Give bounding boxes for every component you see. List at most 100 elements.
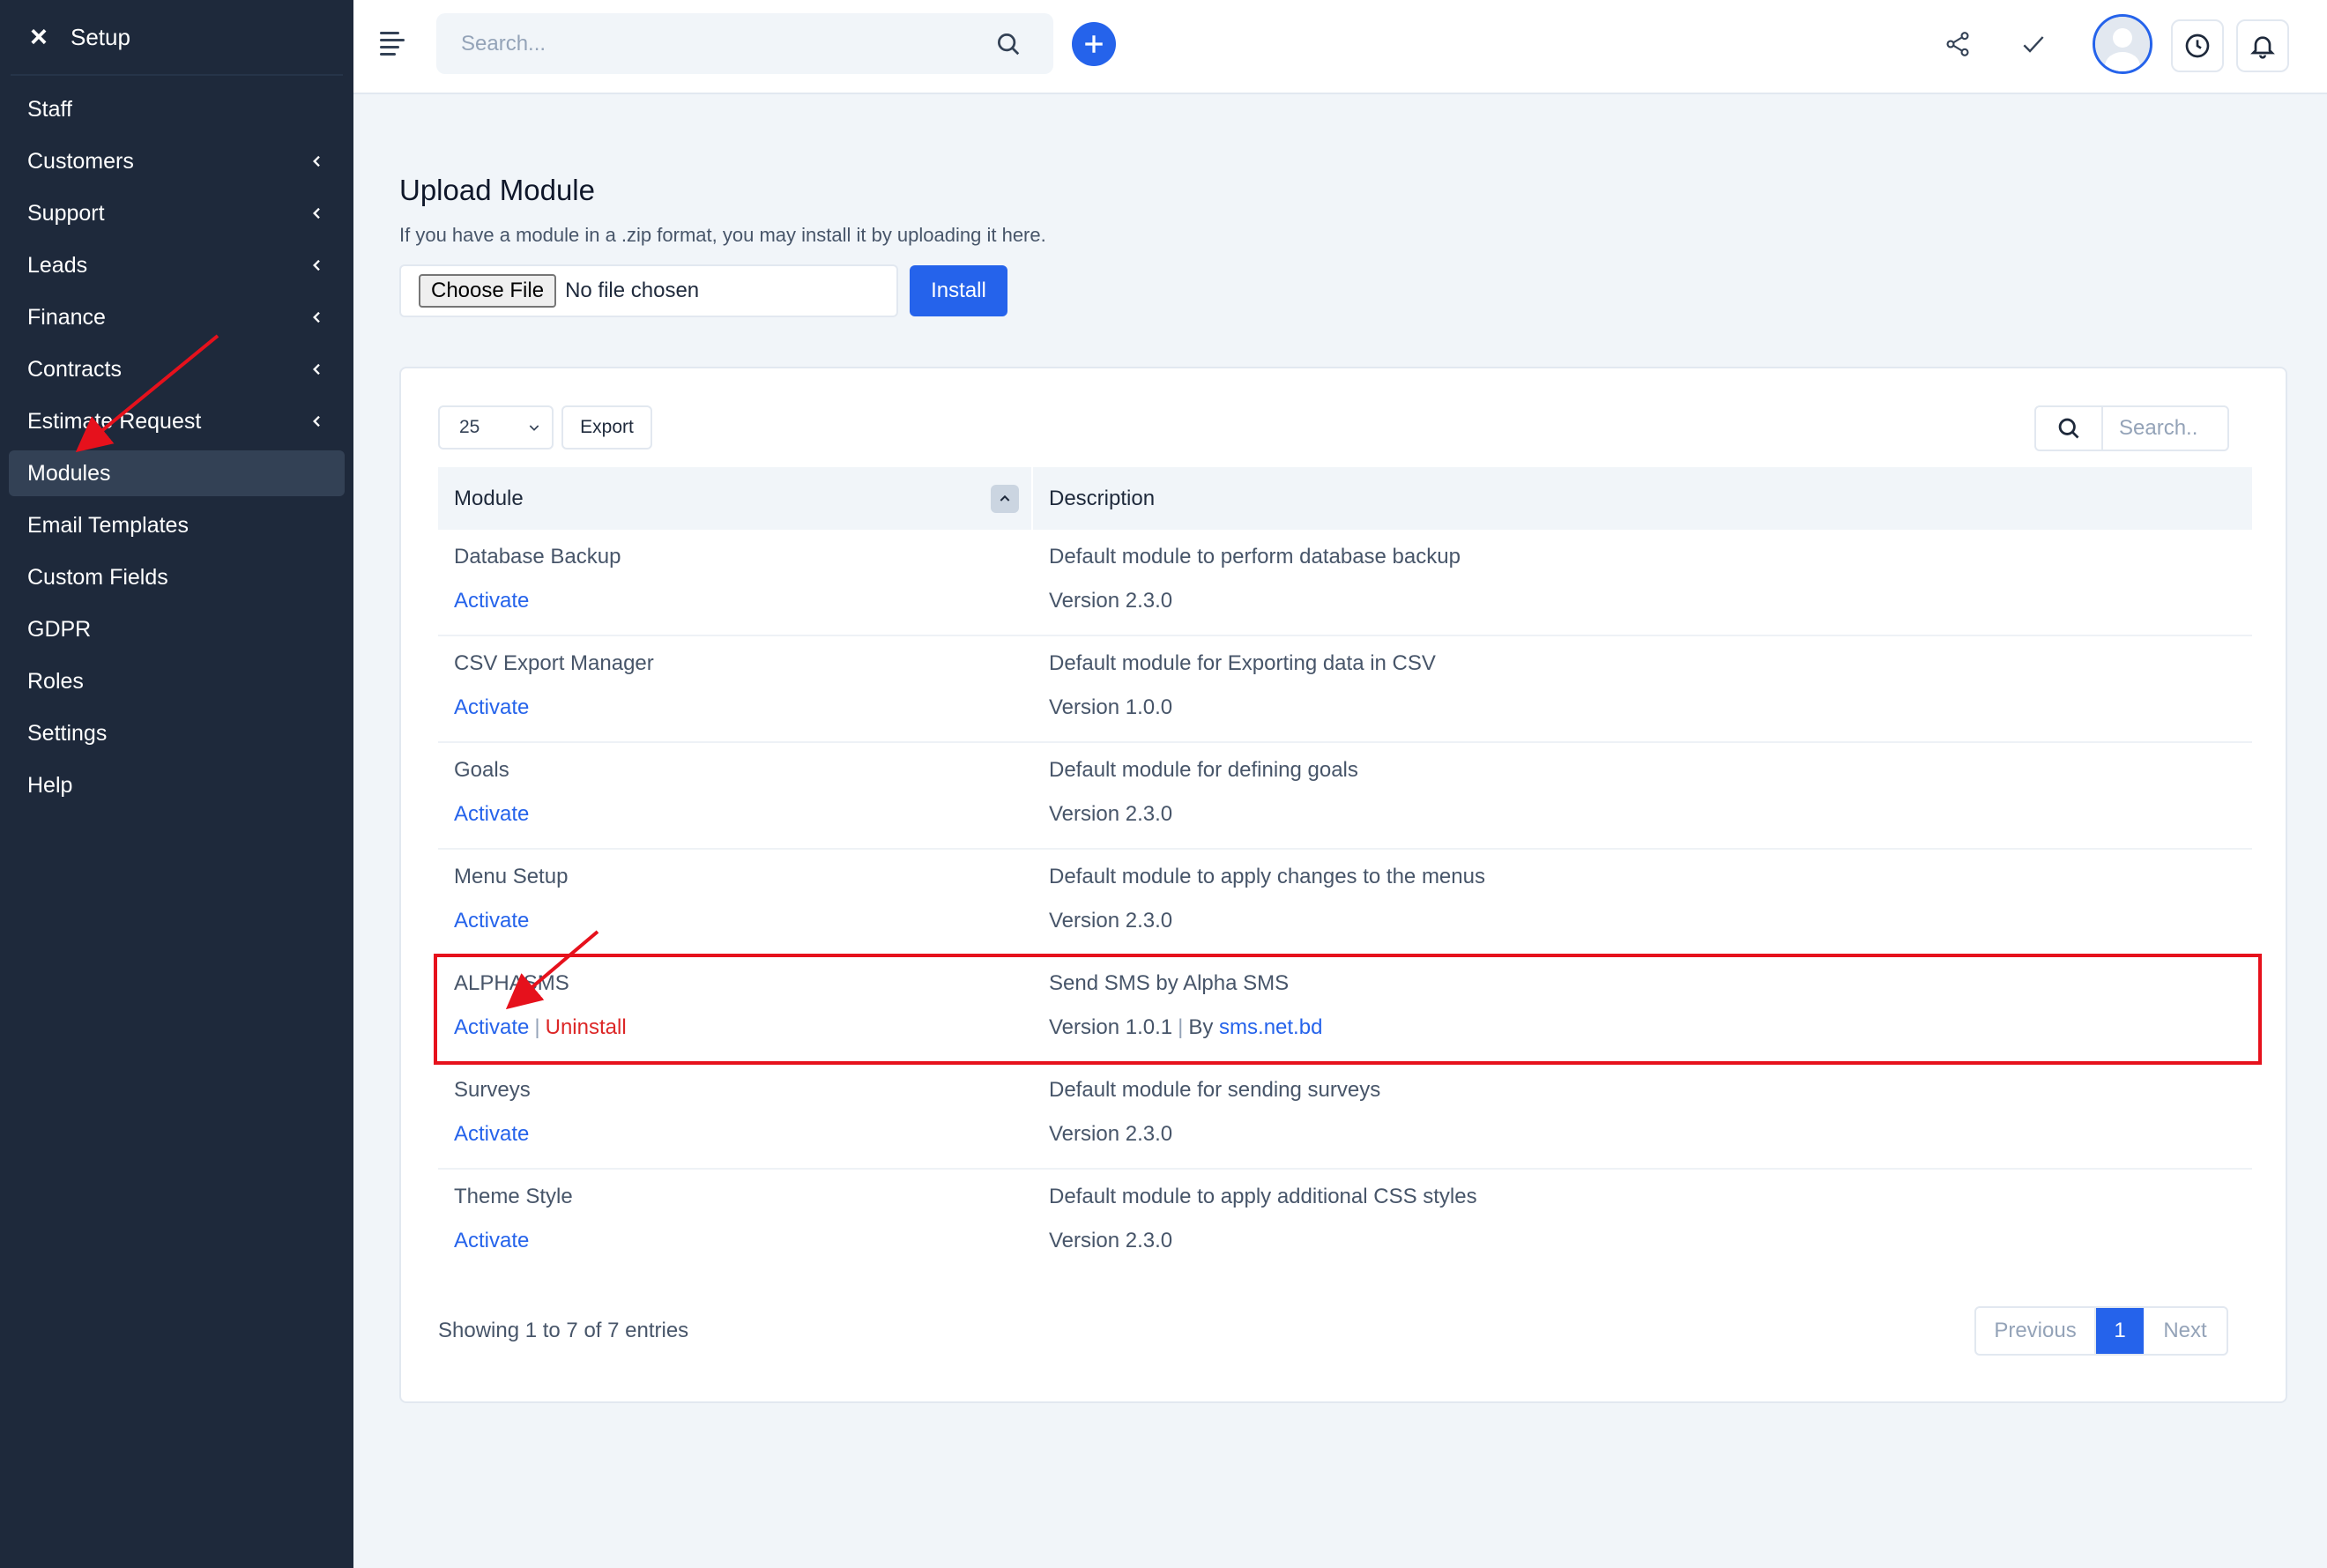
description-cell: Default module for defining goals Version… bbox=[1033, 743, 1358, 848]
module-author-link[interactable]: sms.net.bd bbox=[1219, 1015, 1322, 1039]
avatar[interactable] bbox=[2093, 14, 2152, 74]
sidebar-item-label: Customers bbox=[27, 148, 134, 174]
notifications-button[interactable] bbox=[2236, 19, 2289, 72]
file-status: No file chosen bbox=[565, 279, 700, 302]
module-version-line: Version 1.0.0 bbox=[1049, 695, 1436, 726]
sidebar-item-staff[interactable]: Staff bbox=[9, 86, 345, 132]
sidebar-item-contracts[interactable]: Contracts bbox=[9, 346, 345, 392]
activate-link[interactable]: Activate bbox=[454, 802, 529, 826]
choose-file-button[interactable]: Choose File bbox=[419, 274, 557, 308]
uninstall-link[interactable]: Uninstall bbox=[546, 1015, 627, 1039]
module-name: Theme Style bbox=[454, 1185, 573, 1208]
sidebar-item-finance[interactable]: Finance bbox=[9, 294, 345, 340]
close-icon[interactable]: × bbox=[30, 20, 62, 55]
module-description: Default module to apply additional CSS s… bbox=[1049, 1185, 1477, 1208]
global-search-input[interactable] bbox=[436, 31, 965, 56]
page-length-value: 25 bbox=[459, 417, 480, 437]
table-row: Goals Activate Default module for defining… bbox=[438, 743, 2252, 850]
sidebar-item-help[interactable]: Help bbox=[9, 762, 345, 808]
module-version: Version 2.3.0 bbox=[1049, 909, 1173, 933]
column-header-module-label: Module bbox=[454, 486, 524, 510]
table-header: Module Description bbox=[438, 467, 2252, 530]
module-version: Version 2.3.0 bbox=[1049, 1122, 1173, 1146]
sidebar-item-custom-fields[interactable]: Custom Fields bbox=[9, 554, 345, 600]
sidebar-item-label: Custom Fields bbox=[27, 564, 168, 590]
sidebar-nav: Staff Customers Support Leads Finance Contrac… bbox=[0, 86, 353, 808]
chevron-down-icon bbox=[529, 425, 539, 431]
module-description: Send SMS by Alpha SMS bbox=[1049, 971, 1290, 995]
sidebar-item-settings[interactable]: Settings bbox=[9, 710, 345, 756]
timer-button[interactable] bbox=[2171, 19, 2224, 72]
module-version-line: Version 2.3.0 bbox=[1049, 909, 1485, 940]
sort-ascending-icon[interactable] bbox=[991, 484, 1019, 513]
page-length-select[interactable]: 25 bbox=[438, 405, 554, 450]
activate-link[interactable]: Activate bbox=[454, 1122, 529, 1146]
quick-add-button[interactable] bbox=[1072, 22, 1116, 66]
export-button[interactable]: Export bbox=[561, 405, 652, 450]
activate-link[interactable]: Activate bbox=[454, 589, 529, 613]
sidebar-item-label: Help bbox=[27, 772, 73, 798]
table-search-input[interactable] bbox=[2103, 416, 2227, 441]
sidebar-item-support[interactable]: Support bbox=[9, 190, 345, 236]
activate-link[interactable]: Activate bbox=[454, 909, 529, 933]
activate-link[interactable]: Activate bbox=[454, 1015, 529, 1039]
module-version: Version 1.0.1 bbox=[1049, 1015, 1173, 1039]
column-header-description[interactable]: Description bbox=[1033, 487, 1155, 511]
sidebar-item-estimate-request[interactable]: Estimate Request bbox=[9, 398, 345, 444]
table-search bbox=[2034, 405, 2229, 451]
module-author-prefix: By bbox=[1188, 1015, 1214, 1039]
module-description: Default module to apply changes to the m… bbox=[1049, 865, 1485, 888]
sidebar-item-roles[interactable]: Roles bbox=[9, 658, 345, 704]
sidebar-item-label: GDPR bbox=[27, 616, 92, 642]
search-icon[interactable] bbox=[995, 31, 1022, 62]
table-row: CSV Export Manager Activate Default module… bbox=[438, 636, 2252, 743]
module-name: Surveys bbox=[454, 1078, 531, 1102]
install-button[interactable]: Install bbox=[910, 265, 1007, 316]
column-header-module[interactable]: Module bbox=[438, 467, 1033, 530]
module-actions: Activate bbox=[454, 802, 1033, 833]
activate-link[interactable]: Activate bbox=[454, 695, 529, 719]
check-icon[interactable] bbox=[2016, 25, 2051, 63]
module-description: Default module to perform database backu… bbox=[1049, 545, 1461, 568]
pagination-next[interactable]: Next bbox=[2144, 1308, 2227, 1354]
description-cell: Default module for sending surveys Versio… bbox=[1033, 1063, 1380, 1168]
sidebar-item-email-templates[interactable]: Email Templates bbox=[9, 502, 345, 548]
module-actions: Activate | Uninstall bbox=[454, 1015, 1033, 1046]
table-row: Theme Style Activate Default module to app… bbox=[438, 1170, 2252, 1276]
share-icon[interactable] bbox=[1940, 25, 1975, 63]
module-actions: Activate bbox=[454, 909, 1033, 940]
module-version-line: Version 1.0.1 | By sms.net.bd bbox=[1049, 1015, 1322, 1046]
chevron-left-icon bbox=[308, 256, 327, 275]
search-icon[interactable] bbox=[2036, 407, 2103, 450]
activate-link[interactable]: Activate bbox=[454, 1229, 529, 1252]
topbar bbox=[353, 0, 2327, 94]
sidebar-item-label: Email Templates bbox=[27, 512, 189, 538]
pagination-page-current[interactable]: 1 bbox=[2096, 1308, 2144, 1354]
module-actions: Activate bbox=[454, 589, 1033, 620]
module-actions: Activate bbox=[454, 695, 1033, 726]
module-actions: Activate bbox=[454, 1122, 1033, 1153]
file-input[interactable]: Choose File No file chosen bbox=[399, 264, 898, 317]
sidebar-item-gdpr[interactable]: GDPR bbox=[9, 606, 345, 652]
user-avatar-icon bbox=[2095, 17, 2150, 71]
module-name: Menu Setup bbox=[454, 865, 569, 888]
upload-description: If you have a module in a .zip format, y… bbox=[399, 224, 1046, 246]
sidebar-item-customers[interactable]: Customers bbox=[9, 138, 345, 184]
description-cell: Default module to apply additional CSS s… bbox=[1033, 1170, 1477, 1276]
module-name: CSV Export Manager bbox=[454, 651, 654, 675]
sidebar-item-leads[interactable]: Leads bbox=[9, 242, 345, 288]
module-description: Default module for Exporting data in CSV bbox=[1049, 651, 1436, 675]
table-row: ALPHASMS Activate | Uninstall Send SMS by Al… bbox=[438, 956, 2252, 1063]
module-name: Database Backup bbox=[454, 545, 621, 568]
menu-toggle-icon[interactable] bbox=[380, 32, 405, 58]
module-cell: Theme Style Activate bbox=[438, 1170, 1033, 1276]
description-cell: Default module to perform database backu… bbox=[1033, 530, 1461, 635]
sidebar-item-modules[interactable]: Modules bbox=[9, 450, 345, 496]
sidebar-item-label: Estimate Request bbox=[27, 408, 202, 434]
sidebar-item-label: Contracts bbox=[27, 356, 122, 382]
module-version: Version 2.3.0 bbox=[1049, 589, 1173, 613]
sidebar-item-label: Support bbox=[27, 200, 105, 226]
module-name: Goals bbox=[454, 758, 509, 782]
sidebar-item-label: Finance bbox=[27, 304, 106, 330]
pagination-previous[interactable]: Previous bbox=[1976, 1308, 2096, 1354]
